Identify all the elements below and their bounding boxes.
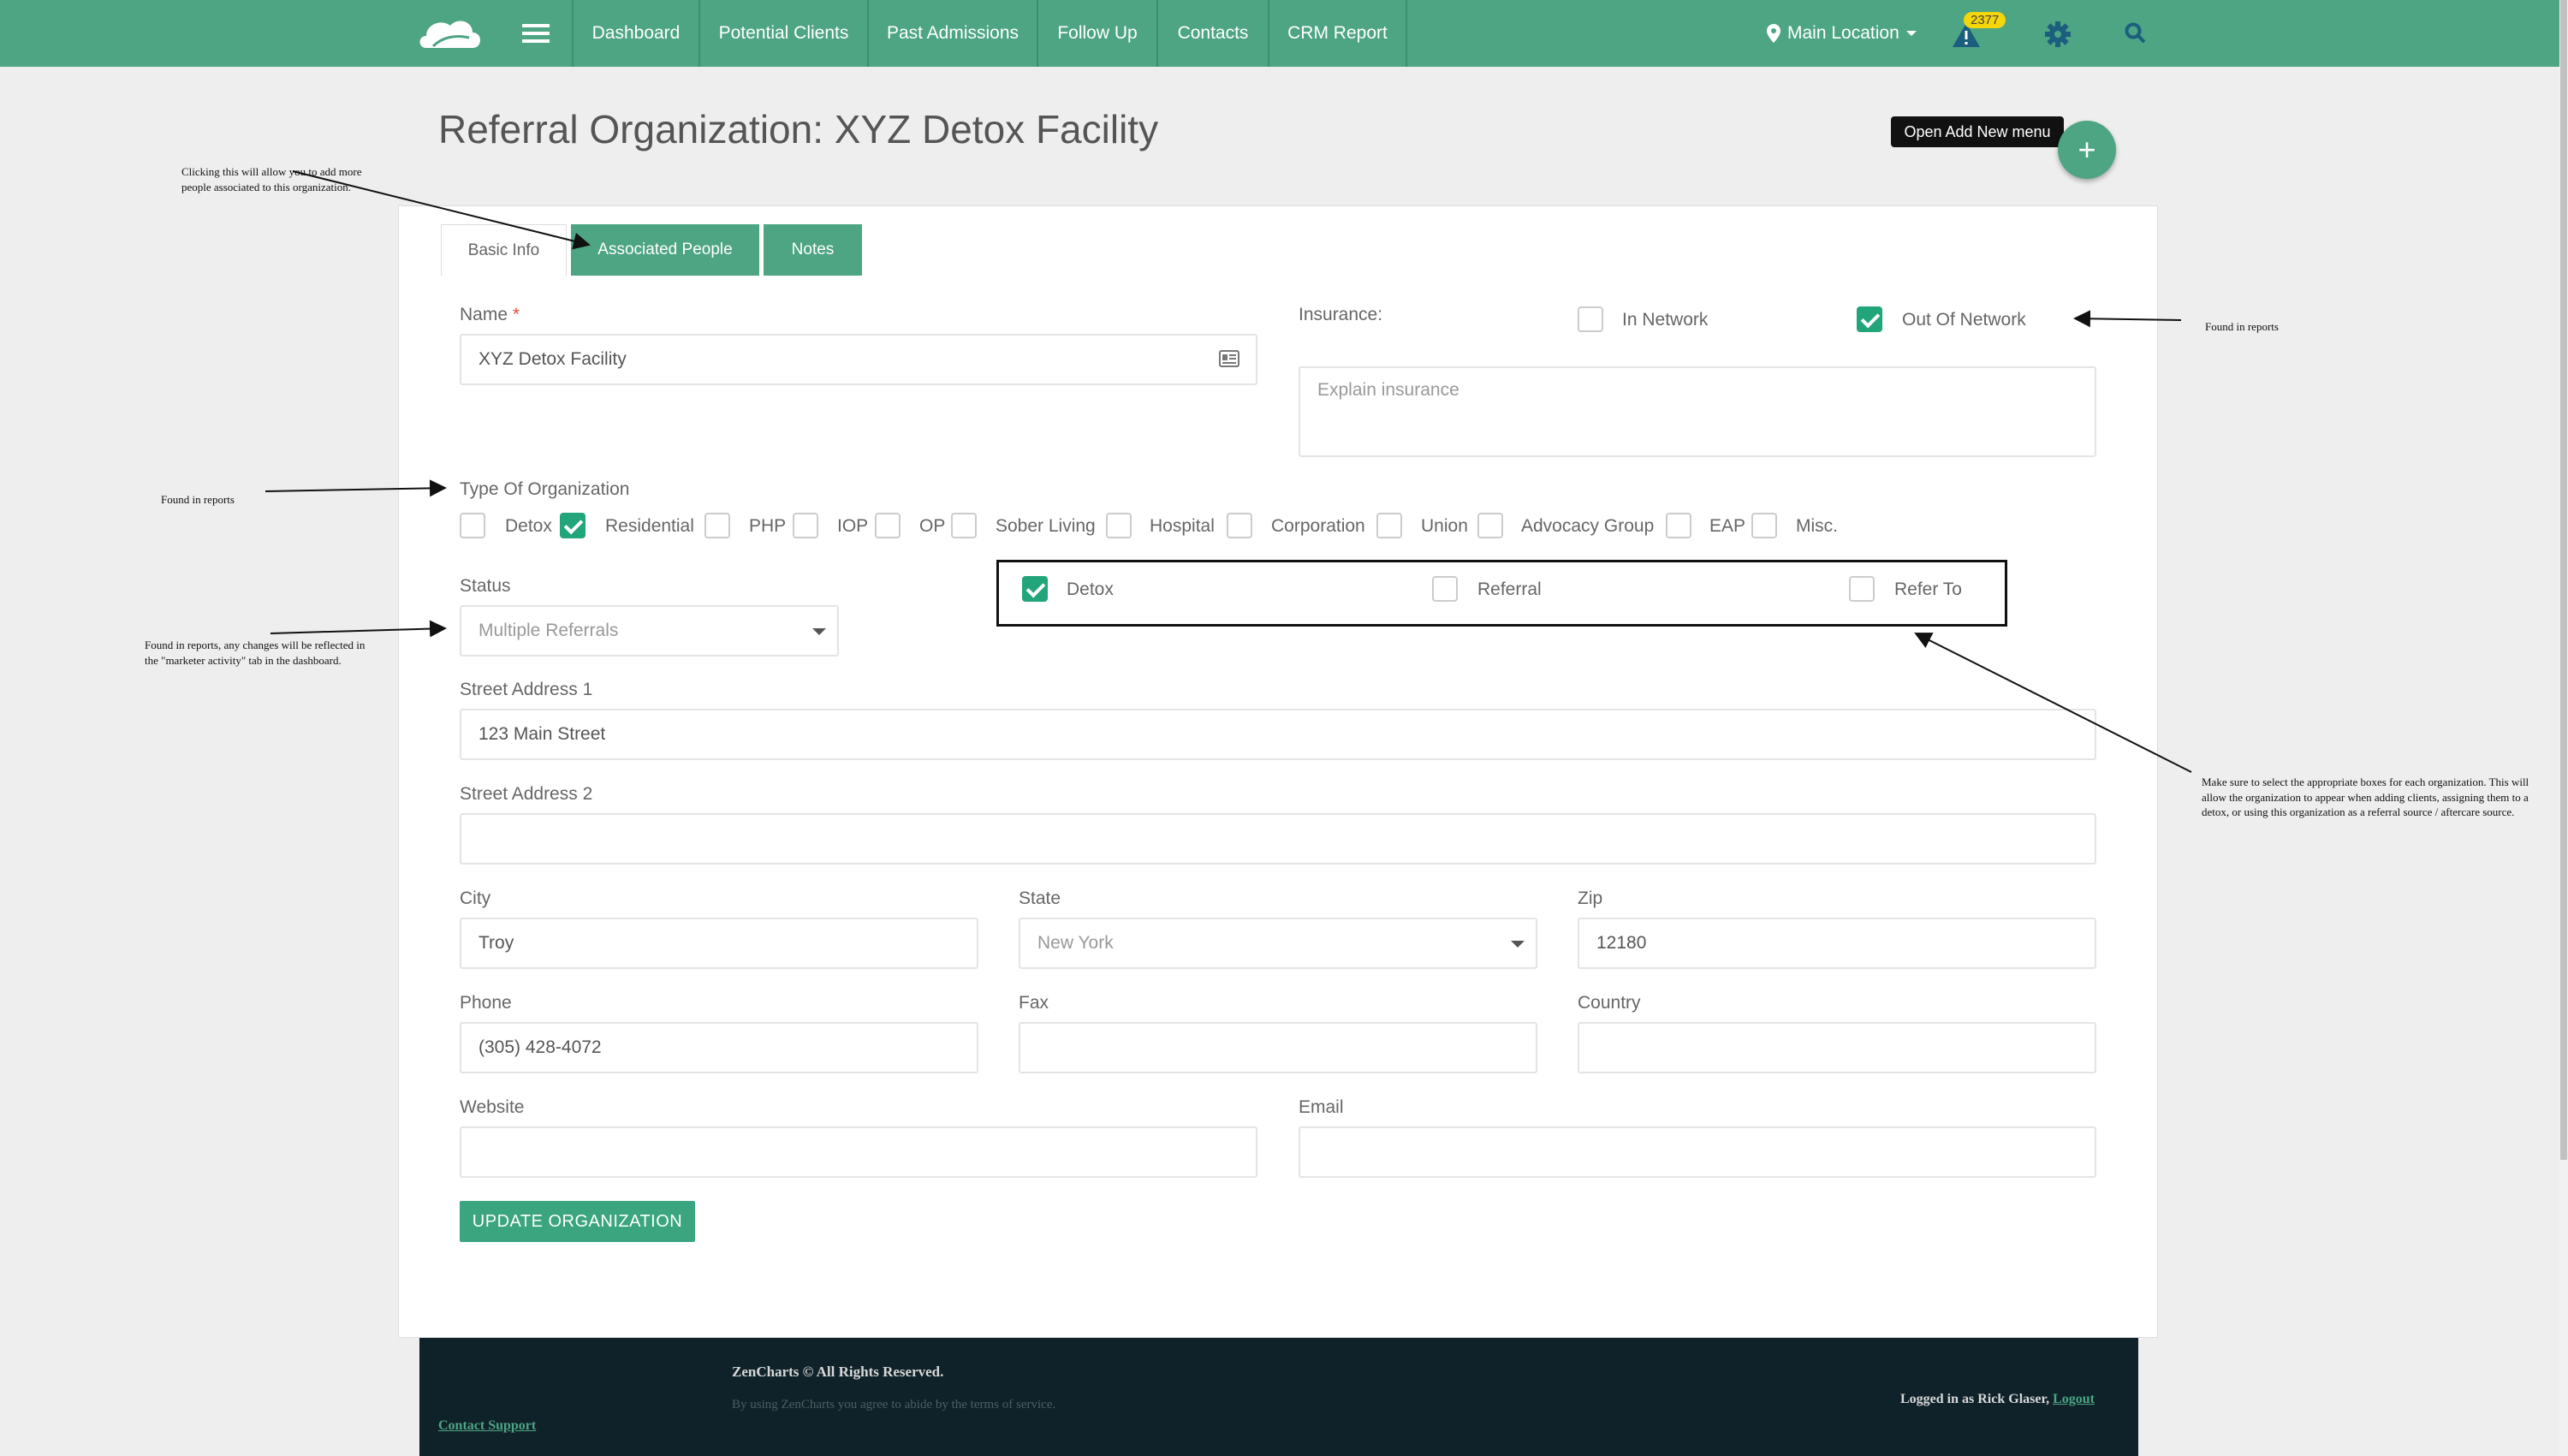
annotation-arrows bbox=[265, 170, 2192, 773]
